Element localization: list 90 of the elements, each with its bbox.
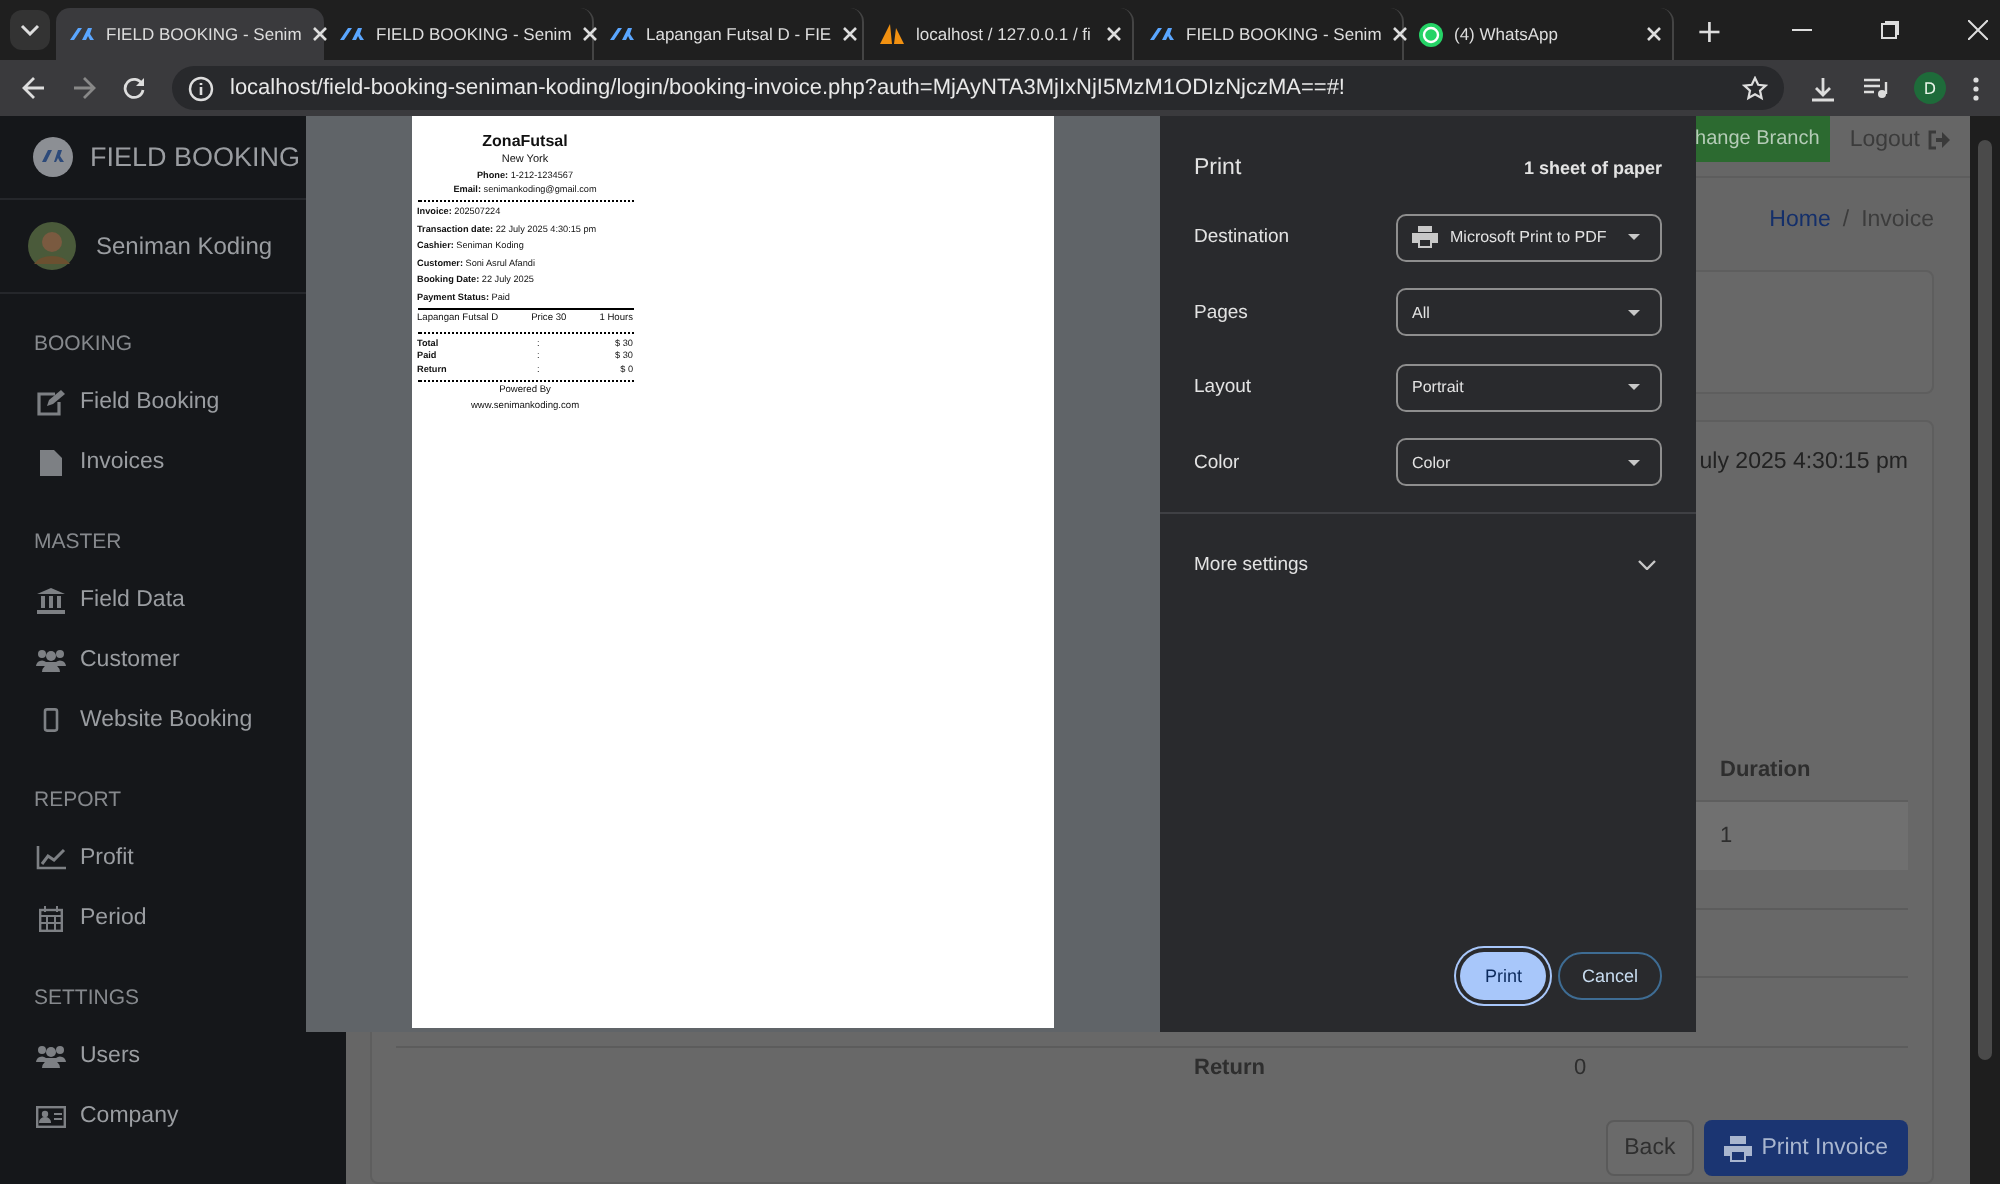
chevron-icon <box>1638 559 1656 569</box>
nav-item[interactable]: Customer <box>0 630 290 690</box>
close-icon[interactable] <box>1391 26 1408 42</box>
setting-label: Pages <box>1194 301 1248 324</box>
star-icon[interactable] <box>1742 75 1768 101</box>
nav-item[interactable]: Field Booking <box>0 372 290 432</box>
forward-icon[interactable] <box>72 76 96 100</box>
close-icon[interactable] <box>311 26 328 42</box>
menu-icon[interactable] <box>1972 75 1980 101</box>
nav-item[interactable]: Field Data <box>0 570 290 630</box>
more-settings-toggle[interactable]: More settings <box>1160 514 1696 614</box>
restore-icon[interactable] <box>1880 20 1900 40</box>
browser-tab[interactable]: FIELD BOOKING - Senim <box>56 8 324 60</box>
close-icon[interactable] <box>841 26 858 42</box>
cancel-button[interactable]: Cancel <box>1557 952 1662 1000</box>
info-icon[interactable] <box>188 75 214 101</box>
transaction-date: uly 2025 4:30:15 pm <box>1699 450 1908 474</box>
logo-icon <box>68 24 96 44</box>
url-text: localhost/field-booking-seniman-koding/login/booking-invoice.php?auth=MjAyNTA3MjIxNjI5MzM1ODIzNjczMA==#! <box>230 76 1347 100</box>
sail-icon <box>878 22 906 46</box>
close-icon[interactable] <box>581 26 598 42</box>
caret-icon <box>1628 459 1640 466</box>
store-name: ZonaFutsal <box>480 132 570 152</box>
table-cell-text: 1 <box>1720 824 1735 848</box>
print-invoice-button[interactable]: Print Invoice <box>1703 1120 1908 1176</box>
caret-icon <box>1628 384 1640 391</box>
chevron-down-icon <box>20 24 40 36</box>
printer-icon <box>1412 226 1438 249</box>
dialog-title: Print <box>1194 156 1242 180</box>
setting-label: Destination <box>1194 226 1290 249</box>
section-heading: MASTER <box>32 528 124 558</box>
setting-dropdown[interactable]: Microsoft Print to PDF <box>1396 213 1662 262</box>
logo-icon <box>32 136 74 178</box>
sheet-count: 1 sheet of paper <box>1523 158 1662 178</box>
caret-icon <box>1628 234 1640 241</box>
setting-dropdown[interactable]: All <box>1396 288 1662 337</box>
media-icon[interactable] <box>1862 76 1888 100</box>
back-icon[interactable] <box>22 76 46 100</box>
nav-item[interactable]: Invoices <box>0 432 290 492</box>
print-button[interactable]: Print <box>1460 952 1546 1000</box>
users-icon <box>36 648 66 672</box>
change-branch-button[interactable]: hange Branch <box>1693 116 1830 162</box>
section-heading: SETTINGS <box>32 984 142 1014</box>
chart-icon <box>36 846 66 870</box>
file-icon <box>36 449 66 475</box>
sign-out-icon <box>1928 129 1950 149</box>
profile-avatar[interactable]: D <box>1914 72 1946 104</box>
summary-label: Return <box>1194 1056 1267 1080</box>
summary-value: 0 <box>1574 1056 1589 1080</box>
close-icon[interactable] <box>1646 26 1662 42</box>
tab-title: FIELD BOOKING - Senim <box>1186 24 1382 44</box>
tab-title: (4) WhatsApp <box>1454 24 1558 44</box>
setting-dropdown[interactable]: Portrait <box>1396 363 1662 412</box>
tab-title: Lapangan Futsal D - FIE <box>646 24 832 44</box>
logo-icon <box>1148 24 1176 44</box>
section-heading: BOOKING <box>32 330 135 360</box>
section-heading: REPORT <box>32 786 124 816</box>
tab-list-button[interactable] <box>10 10 50 50</box>
printer-icon <box>1723 1135 1752 1161</box>
breadcrumb-separator: / <box>1842 208 1850 236</box>
edit-icon <box>36 389 66 415</box>
tab-title: localhost / 127.0.0.1 / fi <box>916 24 1091 44</box>
nav-item[interactable]: Profit <box>0 828 290 888</box>
users-icon <box>36 1044 66 1068</box>
nav-item[interactable]: Company <box>0 1086 290 1146</box>
caret-icon <box>1628 309 1640 316</box>
id-card-icon <box>36 1105 66 1127</box>
tab-title: FIELD BOOKING - Senim <box>106 24 302 44</box>
chat-icon <box>1418 21 1444 47</box>
setting-dropdown[interactable]: Color <box>1396 438 1662 487</box>
setting-label: Color <box>1194 451 1240 474</box>
new-tab-button[interactable]: + <box>1688 11 1731 49</box>
nav-item[interactable]: Period <box>0 888 290 948</box>
reload-icon[interactable] <box>122 76 146 100</box>
tab-title: FIELD BOOKING - Senim <box>376 24 572 44</box>
setting-label: Layout <box>1194 376 1252 399</box>
nav-item[interactable]: Website Booking <box>0 690 290 750</box>
nav-item[interactable]: Users <box>0 1026 290 1086</box>
logo-icon <box>338 24 366 44</box>
user-name[interactable]: Seniman Koding <box>96 232 273 260</box>
download-icon[interactable] <box>1810 75 1836 101</box>
address-bar[interactable]: localhost/field-booking-seniman-koding/login/booking-invoice.php?auth=MjAyNTA3MjIxNjI5MzM1ODIzNjczMA==#! <box>172 66 1784 110</box>
user-avatar <box>28 222 76 270</box>
brand-name[interactable]: FIELD BOOKING <box>90 142 301 172</box>
logo-icon <box>608 24 636 44</box>
calendar-icon <box>36 905 66 931</box>
close-icon[interactable] <box>1968 20 1988 40</box>
bank-icon <box>36 587 66 613</box>
column-header: Duration <box>1720 758 1813 782</box>
close-icon[interactable] <box>1106 26 1122 42</box>
